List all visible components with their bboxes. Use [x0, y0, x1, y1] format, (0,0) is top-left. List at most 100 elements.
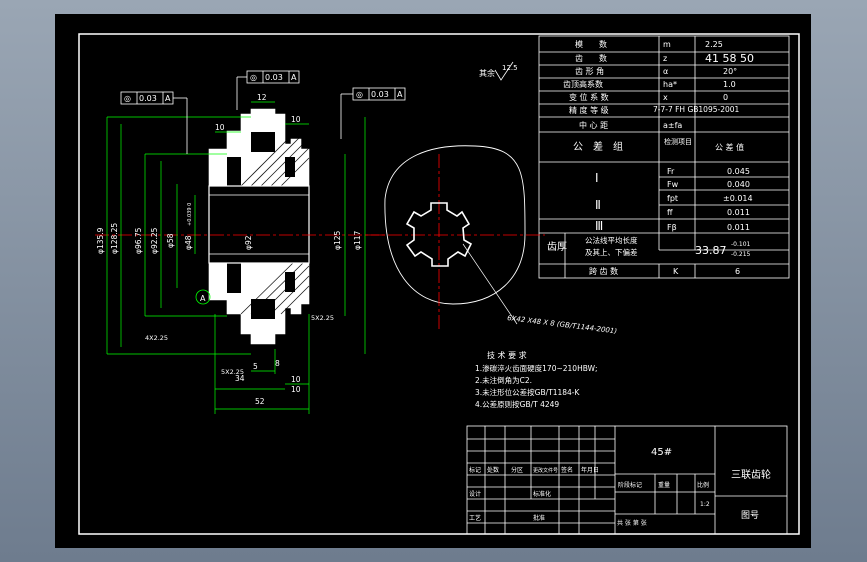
stage-label: 阶段标记 [618, 481, 642, 489]
group-value: 0.011 [727, 223, 750, 232]
approve-label: 批准 [533, 514, 545, 522]
tol-symbol: ◎ [356, 90, 363, 99]
tol-symbol: ◎ [124, 94, 131, 103]
span-value: 6 [735, 267, 740, 276]
param-label: 精 度 等 级 [569, 105, 609, 115]
group-symbol: Fr [667, 167, 675, 176]
roughness-value: 12.5 [502, 64, 518, 72]
dim-diameter-spline-tol: +0.039 0 [187, 203, 193, 226]
row-label: 处数 [487, 466, 499, 474]
group-roman: Ⅰ [595, 171, 599, 185]
dim-width: 10 [291, 115, 301, 124]
std-label: 标准化 [533, 490, 551, 498]
scale-header: 比例 [697, 481, 709, 489]
dim-chamfer: 5X2.25 [311, 314, 334, 322]
dim-chamfer: 5X2.25 [221, 368, 244, 376]
param-symbol: m [663, 40, 671, 49]
group-value: 0.040 [727, 180, 750, 189]
param-symbol: α [663, 67, 668, 76]
technical-notes: 技 术 要 求 1.渗碳淬火齿面硬度170~210HBW; 2.未注倒角为C2.… [475, 350, 598, 409]
tol-datum: A [165, 94, 171, 103]
thickness-desc1: 公法线平均长度 [585, 235, 638, 245]
param-symbol: a±fa [663, 121, 682, 130]
param-value: 7-7-7 FH GB1095-2001 [653, 105, 740, 114]
sheet-text: 共 张 第 张 [617, 519, 647, 527]
dim-width: 5 [253, 362, 258, 371]
row-label: 分区 [511, 466, 523, 474]
gear-drawing: 模 数 m 2.25 齿 数 z 41 58 50 齿 形 角 α 20° 齿顶… [78, 33, 800, 535]
dim-width: 10 [291, 375, 301, 384]
span-symbol: K [673, 267, 679, 276]
datum-label: A [200, 294, 206, 303]
design-label: 设计 [469, 490, 481, 498]
span-label: 跨 齿 数 [589, 266, 618, 276]
group-value: 0.045 [727, 167, 750, 176]
dim-width: 10 [291, 385, 301, 394]
dim-width: 52 [255, 397, 265, 406]
dim-diameter: φ48 [184, 235, 193, 250]
param-value: 20° [723, 67, 737, 76]
dim-width: 8 [275, 359, 280, 368]
param-label: 齿 形 角 [575, 66, 604, 76]
note-item: 3.未注形位公差按GB/T1184-K [475, 387, 581, 397]
tol-value: 0.03 [139, 94, 157, 103]
group-header-col2: 检测项目 [664, 137, 692, 146]
tol-value: 0.03 [371, 90, 389, 99]
note-item: 4.公差原则按GB/T 4249 [475, 399, 559, 409]
param-symbol: x [663, 93, 668, 102]
dim-chamfer: 4X2.25 [145, 334, 168, 342]
group-header-col3: 公 差 值 [715, 142, 744, 152]
dim-diameter: φ58 [166, 233, 175, 248]
thickness-lower: -0.215 [731, 251, 751, 258]
param-label: 中 心 距 [579, 120, 608, 130]
thickness-desc2: 及其上、下偏差 [585, 247, 638, 257]
tol-symbol: ◎ [250, 73, 257, 82]
group-header-label: 公 差 组 [573, 140, 623, 153]
row-label: 标记 [469, 466, 481, 474]
drawing-no-label: 图号 [741, 510, 759, 521]
dim-diameter: φ96.75 [134, 227, 143, 254]
spline-callout: 6X42 X48 X 8 (GB/T1144-2001) [507, 314, 618, 335]
param-label: 变 位 系 数 [569, 92, 609, 102]
group-roman: Ⅱ [595, 198, 601, 212]
notes-title: 技 术 要 求 [487, 350, 527, 360]
param-value: 0 [723, 93, 728, 102]
part-name: 三联齿轮 [731, 468, 771, 481]
param-symbol: z [663, 54, 667, 63]
group-symbol: Fβ [667, 223, 677, 232]
dim-diameter: φ117 [353, 231, 362, 250]
thickness-label: 齿厚 [547, 241, 567, 253]
parameter-table-text: 模 数 m 2.25 齿 数 z 41 58 50 齿 形 角 α 20° 齿顶… [547, 39, 754, 276]
param-label: 模 数 [575, 39, 607, 49]
param-symbol: ha* [663, 80, 677, 89]
cad-drawing-viewport[interactable]: 模 数 m 2.25 齿 数 z 41 58 50 齿 形 角 α 20° 齿顶… [55, 14, 811, 548]
roughness-symbol: 其余 12.5 [479, 61, 518, 81]
weight-label: 重量 [658, 481, 670, 489]
param-label: 齿顶高系数 [563, 79, 603, 89]
group-symbol: ff [667, 208, 673, 217]
dim-diameter: φ128.25 [110, 223, 119, 254]
check-label: 工艺 [469, 514, 481, 522]
group-symbol: fpt [667, 194, 678, 203]
tol-datum: A [397, 90, 403, 99]
row-label: 更改文件号 [533, 467, 558, 474]
thickness-value: 33.87 [695, 244, 727, 257]
gear-end-outline [384, 145, 526, 305]
dim-diameter: φ92 [244, 235, 253, 250]
row-label: 年月日 [581, 466, 599, 474]
material: 45# [651, 447, 672, 458]
param-value: 41 58 50 [705, 52, 754, 65]
param-label: 齿 数 [575, 53, 607, 63]
thickness-upper: -0.101 [731, 241, 751, 248]
param-value: 1.0 [723, 80, 736, 89]
dim-diameter: φ125 [333, 231, 342, 250]
dim-diameter: φ92.25 [150, 227, 159, 254]
gear-section-view [95, 108, 385, 345]
dim-diameter: φ135.9 [96, 227, 105, 254]
spline-end-view [365, 145, 545, 332]
group-symbol: Fw [667, 180, 679, 189]
dim-width: 10 [215, 123, 225, 132]
group-value: 0.011 [727, 208, 750, 217]
param-value: 2.25 [705, 40, 723, 49]
dim-width: 12 [257, 93, 267, 102]
